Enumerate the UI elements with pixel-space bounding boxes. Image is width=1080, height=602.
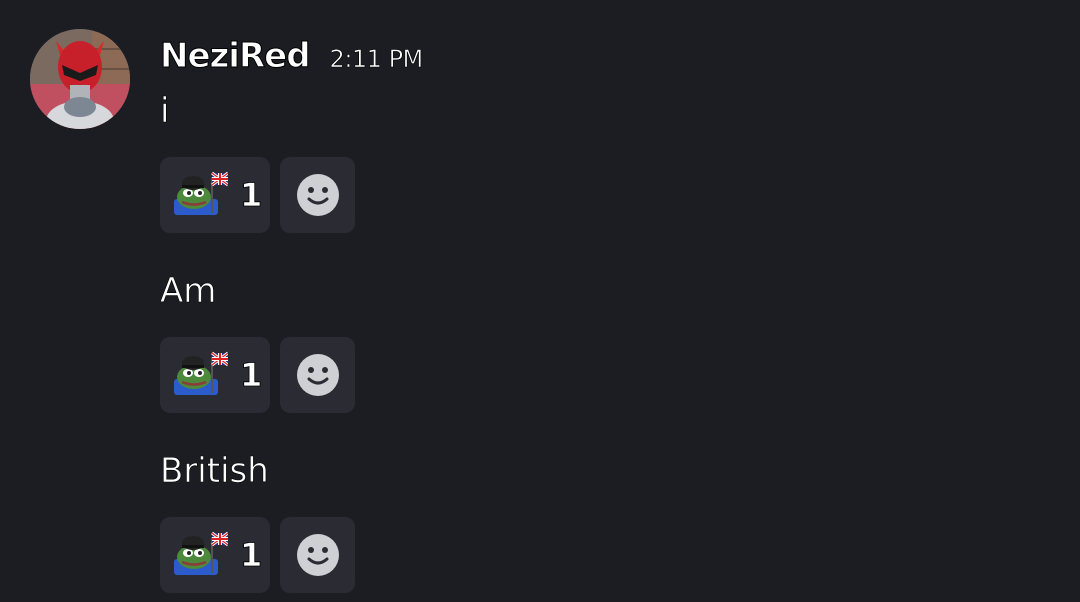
smiley-icon: [296, 354, 339, 396]
add-reaction-button[interactable]: [280, 517, 355, 593]
reaction-count: 1: [240, 176, 263, 215]
message-text: i: [160, 91, 170, 132]
reaction-button[interactable]: 1: [160, 157, 270, 233]
reaction-button[interactable]: 1: [160, 517, 270, 593]
timestamp: 2:11 PM: [329, 45, 423, 74]
message-item: British: [160, 451, 269, 492]
avatar-image: [30, 29, 130, 129]
message-item: i: [160, 91, 170, 132]
pepe-british-flag-icon: [174, 351, 228, 395]
message-text: British: [160, 451, 269, 492]
reaction-count: 1: [240, 536, 263, 575]
pepe-british-flag-icon: [174, 531, 228, 575]
reaction-row: 1: [160, 337, 355, 413]
smiley-icon: [296, 174, 339, 216]
add-reaction-button[interactable]: [280, 337, 355, 413]
message-text: Am: [160, 271, 217, 312]
reaction-button[interactable]: 1: [160, 337, 270, 413]
pepe-british-flag-icon: [174, 171, 228, 215]
avatar[interactable]: [30, 29, 130, 129]
reaction-row: 1: [160, 157, 355, 233]
message-item: Am: [160, 271, 217, 312]
reaction-row: 1: [160, 517, 355, 593]
smiley-icon: [296, 534, 339, 576]
add-reaction-button[interactable]: [280, 157, 355, 233]
message-header: NeziRed 2:11 PM: [160, 36, 424, 84]
username[interactable]: NeziRed: [160, 36, 312, 77]
chat-area: NeziRed 2:11 PM i 1 Am 1 British 1: [0, 0, 1080, 602]
reaction-count: 1: [240, 356, 263, 395]
